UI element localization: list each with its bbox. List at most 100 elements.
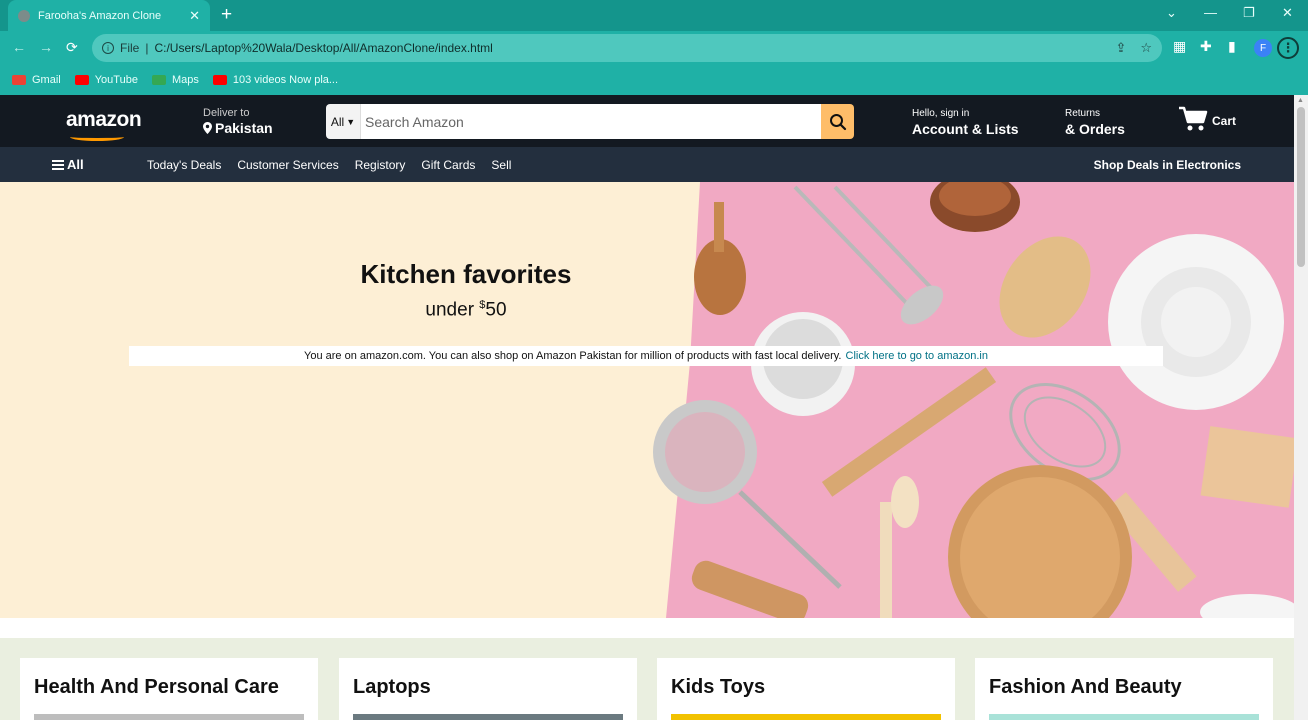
hero-banner[interactable]: Kitchen favorites under $50 You are on a… bbox=[0, 182, 1294, 618]
reload-button[interactable]: ⟳ bbox=[66, 39, 78, 56]
card-title: Fashion And Beauty bbox=[989, 676, 1182, 698]
returns-and-orders[interactable]: Returns & Orders bbox=[1065, 108, 1125, 137]
bookmark-label: Gmail bbox=[32, 74, 61, 86]
search-icon bbox=[829, 113, 846, 130]
extension-icon[interactable]: ▦ bbox=[1173, 38, 1186, 55]
search-input[interactable] bbox=[361, 104, 821, 139]
maps-icon bbox=[151, 75, 166, 85]
cart-icon bbox=[1179, 106, 1208, 131]
site-info-icon[interactable]: i bbox=[102, 42, 114, 54]
card-image bbox=[34, 714, 304, 720]
cart-label: Cart bbox=[1212, 114, 1237, 128]
scrollbar-thumb[interactable] bbox=[1297, 107, 1305, 267]
bookmark-gmail[interactable]: Gmail bbox=[12, 74, 61, 86]
orders-label: & Orders bbox=[1065, 121, 1125, 137]
tab-close-icon[interactable]: ✕ bbox=[189, 8, 200, 24]
cart-button[interactable]: Cart bbox=[1178, 106, 1236, 132]
category-card[interactable]: Fashion And Beauty bbox=[975, 658, 1273, 720]
profile-avatar[interactable]: F bbox=[1254, 39, 1272, 57]
category-card[interactable]: Kids Toys bbox=[657, 658, 955, 720]
deliver-country: Pakistan bbox=[215, 120, 273, 136]
all-menu-button[interactable]: All bbox=[52, 157, 84, 172]
scroll-up-icon[interactable]: ▲ bbox=[1297, 97, 1304, 104]
new-tab-button[interactable]: + bbox=[221, 4, 232, 26]
notice-link[interactable]: Click here to go to amazon.in bbox=[846, 350, 988, 362]
browser-tab[interactable]: Farooha's Amazon Clone ✕ bbox=[8, 0, 210, 31]
share-icon[interactable]: ⇪ bbox=[1115, 40, 1126, 56]
side-panel-icon[interactable]: ▮ bbox=[1228, 38, 1236, 55]
search-button[interactable] bbox=[821, 104, 854, 139]
search-bar: All ▼ bbox=[326, 104, 854, 139]
amazon-logo[interactable]: amazon bbox=[66, 108, 142, 141]
chevron-down-icon: ▼ bbox=[346, 116, 356, 127]
card-title: Laptops bbox=[353, 676, 431, 698]
amazon-subnav: All Today's Deals Customer Services Regi… bbox=[0, 147, 1294, 182]
subnav-links: Today's Deals Customer Services Registor… bbox=[147, 158, 527, 172]
nav-link-gift-cards[interactable]: Gift Cards bbox=[421, 158, 475, 172]
hamburger-icon bbox=[52, 159, 64, 170]
extensions-puzzle-icon[interactable]: ✚ bbox=[1200, 38, 1212, 55]
all-menu-label: All bbox=[67, 157, 84, 172]
card-image bbox=[989, 714, 1259, 720]
bookmarks-bar: Gmail YouTube Maps 103 videos Now pla... bbox=[0, 65, 1308, 95]
browser-menu-icon[interactable]: ⋮ bbox=[1277, 37, 1299, 59]
regional-notice: You are on amazon.com. You can also shop… bbox=[129, 346, 1163, 366]
logo-text: amazon bbox=[66, 108, 142, 131]
bookmark-label: YouTube bbox=[94, 74, 138, 86]
tab-search-icon[interactable]: ⌄ bbox=[1166, 5, 1177, 21]
forward-button[interactable]: → bbox=[39, 39, 53, 55]
gmail-icon bbox=[12, 75, 26, 85]
address-bar[interactable]: i File | C:/Users/Laptop%20Wala/Desktop/… bbox=[92, 34, 1162, 62]
bookmark-maps[interactable]: Maps bbox=[151, 74, 199, 86]
account-and-lists[interactable]: Hello, sign in Account & Lists bbox=[912, 108, 1019, 137]
back-button[interactable]: ← bbox=[12, 39, 26, 55]
logo-smile-icon bbox=[70, 133, 124, 141]
tab-title: Farooha's Amazon Clone bbox=[38, 9, 162, 22]
close-window-button[interactable]: ✕ bbox=[1282, 5, 1293, 21]
bookmark-youtube-playlist[interactable]: 103 videos Now pla... bbox=[212, 74, 339, 86]
deliver-label: Deliver to bbox=[203, 107, 250, 119]
card-title: Health And Personal Care bbox=[34, 676, 279, 698]
kitchen-utensils-image bbox=[653, 182, 1294, 618]
nav-link-todays-deals[interactable]: Today's Deals bbox=[147, 158, 221, 172]
deliver-to[interactable]: Deliver to Pakistan bbox=[203, 107, 273, 136]
bookmark-label: Maps bbox=[171, 74, 199, 86]
category-card[interactable]: Health And Personal Care bbox=[20, 658, 318, 720]
category-card[interactable]: Laptops bbox=[339, 658, 637, 720]
browser-toolbar: ← → ⟳ i File | C:/Users/Laptop%20Wala/De… bbox=[0, 31, 1308, 65]
hero-subtitle-value: 50 bbox=[485, 299, 507, 321]
notice-text: You are on amazon.com. You can also shop… bbox=[304, 350, 842, 362]
shop-deals-link[interactable]: Shop Deals in Electronics bbox=[1094, 158, 1241, 172]
location-pin-icon bbox=[203, 122, 212, 134]
card-title: Kids Toys bbox=[671, 676, 766, 698]
account-label: Account & Lists bbox=[912, 121, 1019, 137]
amazon-header: amazon Deliver to Pakistan All ▼ Hello, … bbox=[0, 95, 1294, 147]
minimize-button[interactable]: — bbox=[1204, 5, 1217, 20]
hero-subtitle: under $50 bbox=[0, 299, 932, 321]
address-separator: | bbox=[145, 41, 149, 55]
amazon-page: amazon Deliver to Pakistan All ▼ Hello, … bbox=[0, 95, 1294, 720]
browser-tab-strip: Farooha's Amazon Clone ✕ + ⌄ — ❐ ✕ bbox=[0, 0, 1308, 31]
hero-title: Kitchen favorites bbox=[360, 259, 572, 289]
nav-link-customer-services[interactable]: Customer Services bbox=[237, 158, 338, 172]
account-greeting: Hello, sign in bbox=[912, 108, 970, 119]
bookmark-label: 103 videos Now pla... bbox=[232, 74, 339, 86]
hero-subtitle-prefix: under bbox=[425, 299, 480, 321]
nav-link-sell[interactable]: Sell bbox=[491, 158, 511, 172]
restore-button[interactable]: ❐ bbox=[1243, 5, 1255, 21]
card-image bbox=[671, 714, 941, 720]
search-category-select[interactable]: All ▼ bbox=[326, 104, 361, 139]
returns-label: Returns bbox=[1065, 108, 1101, 119]
nav-link-registory[interactable]: Registory bbox=[355, 158, 406, 172]
bookmark-star-icon[interactable]: ☆ bbox=[1140, 40, 1152, 56]
youtube-icon bbox=[74, 75, 89, 85]
search-category-label: All bbox=[330, 114, 345, 129]
bookmark-youtube[interactable]: YouTube bbox=[74, 74, 138, 86]
page-scrollbar[interactable]: ▲ bbox=[1294, 95, 1308, 720]
scheme-label: File bbox=[120, 41, 140, 55]
deliver-location: Pakistan bbox=[203, 120, 273, 136]
url-text[interactable]: C:/Users/Laptop%20Wala/Desktop/All/Amazo… bbox=[154, 41, 1101, 55]
tab-favicon-icon bbox=[18, 9, 30, 22]
card-image bbox=[353, 714, 623, 720]
youtube-icon bbox=[212, 75, 227, 85]
